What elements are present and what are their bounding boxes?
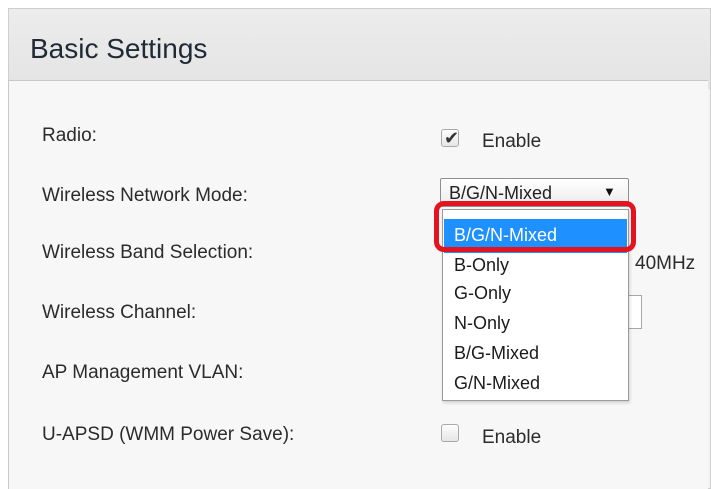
band-40mhz-label: 40MHz	[635, 253, 696, 274]
dropdown-option[interactable]: B-Only	[454, 255, 509, 276]
radio-enable-label: Enable	[482, 131, 542, 152]
ap-vlan-label: AP Management VLAN:	[42, 362, 244, 383]
uapsd-label: U-APSD (WMM Power Save):	[42, 424, 295, 445]
checkmark-icon: ✔	[444, 128, 460, 148]
uapsd-enable-checkbox[interactable]	[441, 424, 459, 442]
radio-label: Radio:	[42, 125, 97, 146]
channel-label: Wireless Channel:	[42, 302, 197, 323]
uapsd-enable-label: Enable	[482, 427, 542, 448]
page-title: Basic Settings	[30, 33, 208, 64]
panel-header: Basic Settings	[9, 9, 710, 89]
band-selection-label: Wireless Band Selection:	[42, 242, 254, 263]
dropdown-option[interactable]: G-Only	[454, 283, 511, 304]
dropdown-option[interactable]: G/N-Mixed	[454, 373, 540, 394]
dropdown-option[interactable]: B/G-Mixed	[454, 343, 539, 364]
triangle-down-icon: ▼	[603, 184, 616, 199]
network-mode-label: Wireless Network Mode:	[42, 185, 248, 206]
radio-enable-checkbox[interactable]: ✔	[441, 128, 460, 148]
annotation-highlight-box	[434, 201, 636, 252]
dropdown-option[interactable]: N-Only	[454, 313, 510, 334]
